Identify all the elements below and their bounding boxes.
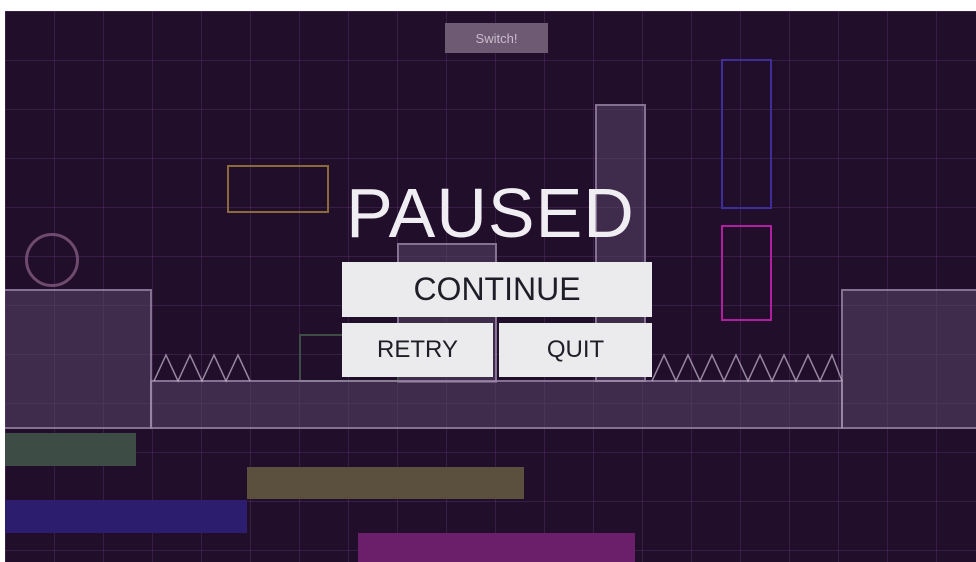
magenta-bar	[358, 533, 635, 562]
game-viewport: Switch! PAUSED CONTINUE RETRY QUIT	[5, 11, 976, 562]
paused-title: PAUSED	[346, 174, 635, 252]
continue-button[interactable]: CONTINUE	[342, 262, 652, 317]
green-bar	[5, 433, 136, 466]
spikes-left	[153, 353, 251, 383]
retry-button[interactable]: RETRY	[342, 323, 493, 377]
left-ledge	[5, 289, 152, 429]
floor-platform	[150, 380, 843, 429]
switch-button[interactable]: Switch!	[445, 23, 548, 53]
quit-button[interactable]: QUIT	[499, 323, 652, 377]
right-ledge	[841, 289, 976, 429]
olive-bar	[247, 467, 524, 499]
blue-bar	[5, 500, 247, 533]
spikes-right	[651, 353, 843, 383]
